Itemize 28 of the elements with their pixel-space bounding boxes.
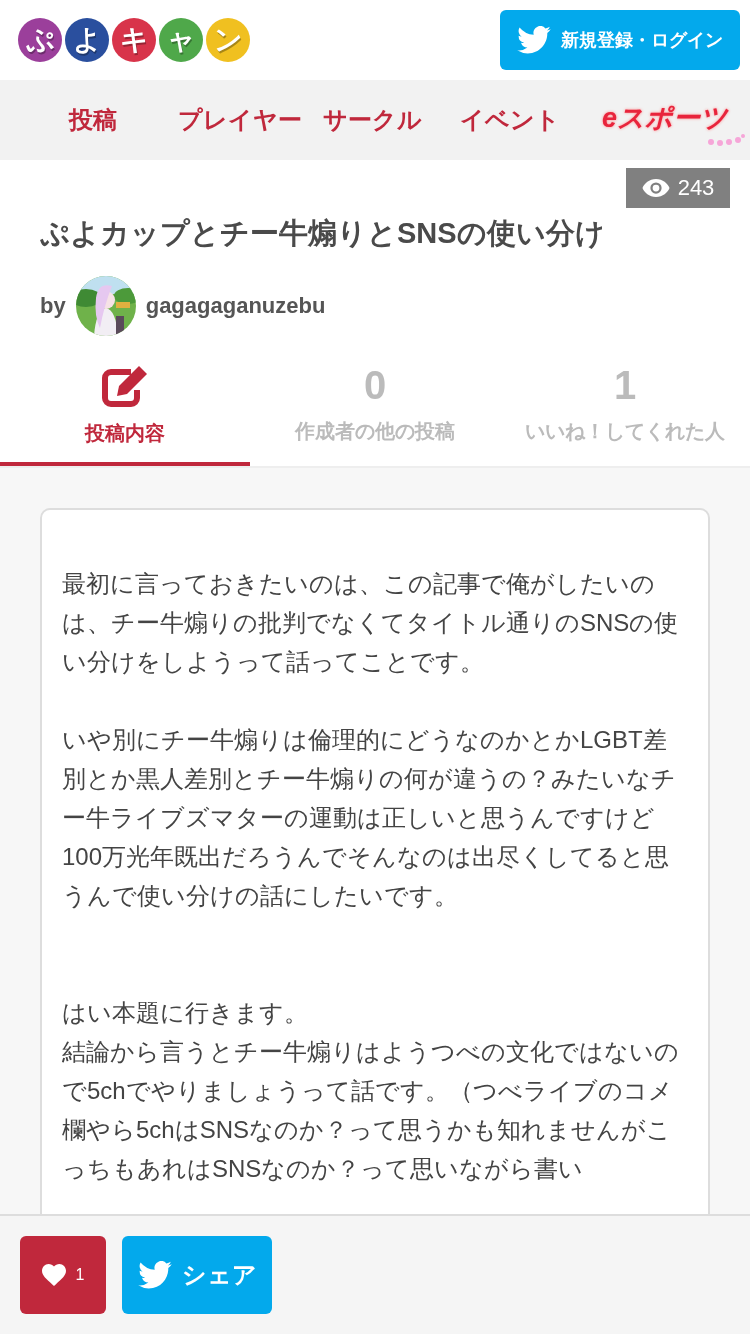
eye-icon [641, 179, 670, 197]
logo-letter: ぷ [18, 18, 62, 62]
heart-icon [41, 1264, 66, 1286]
logo-letter: ン [206, 18, 250, 62]
paragraph: はい本題に行きます。 [62, 998, 309, 1028]
nav-link[interactable]: サークル [320, 104, 424, 136]
paragraph: 結論から言うとチー牛煽りはようつべの文化ではないので5chでやりましょうって話です。（つべライブのコメ欄やら5chはSNSなのか？って思うかも知れませんがこっちもあれはSNSなのか？って思いながら書い [62, 1037, 680, 1184]
author-link[interactable]: gagagaganuzebu [145, 293, 326, 319]
logo-letter: よ [65, 18, 109, 62]
esports-link[interactable]: eスポーツ [602, 98, 746, 142]
bird-icon [137, 1261, 172, 1289]
post-title: ぷよカップとチー牛煽りとSNSの使い分け [40, 216, 606, 251]
share-button[interactable]: シェア [122, 1236, 272, 1314]
nav-link[interactable]: 投稿 [26, 104, 160, 136]
stars-icon [706, 134, 746, 146]
logo-letter: キ [112, 18, 156, 62]
tab[interactable]: 投稿内容 [0, 364, 250, 466]
edit-icon [101, 364, 149, 408]
nav-link[interactable]: プレイヤー [160, 104, 320, 136]
view-count: 243 [626, 168, 730, 208]
nav-link[interactable]: イベント [424, 104, 596, 136]
paragraph: いや別にチー牛煽りは倫理的にどうなのかとかLGBT差別とか黒人差別とチー牛煽りの何が違うの？みたいなチー牛ライブズマターの運動は正しいと思うんですけど100万光年既出だろうんでそんなのは出尽くしてると思うんで使い分けの話にしたいです。 [62, 725, 677, 911]
login-button[interactable]: 新規登録・ログイン [500, 10, 740, 70]
paragraph: 最初に言っておきたいのは、この記事で俺がしたいのは、チー牛煽りの批判でなくてタイトル通りのSNSの使い分けをしようって話ってことです。 [62, 569, 680, 677]
logo-letter: ャ [159, 18, 203, 62]
bird-icon [517, 26, 551, 54]
by-label: by [40, 293, 66, 319]
like-button[interactable]: 1 [20, 1236, 106, 1314]
